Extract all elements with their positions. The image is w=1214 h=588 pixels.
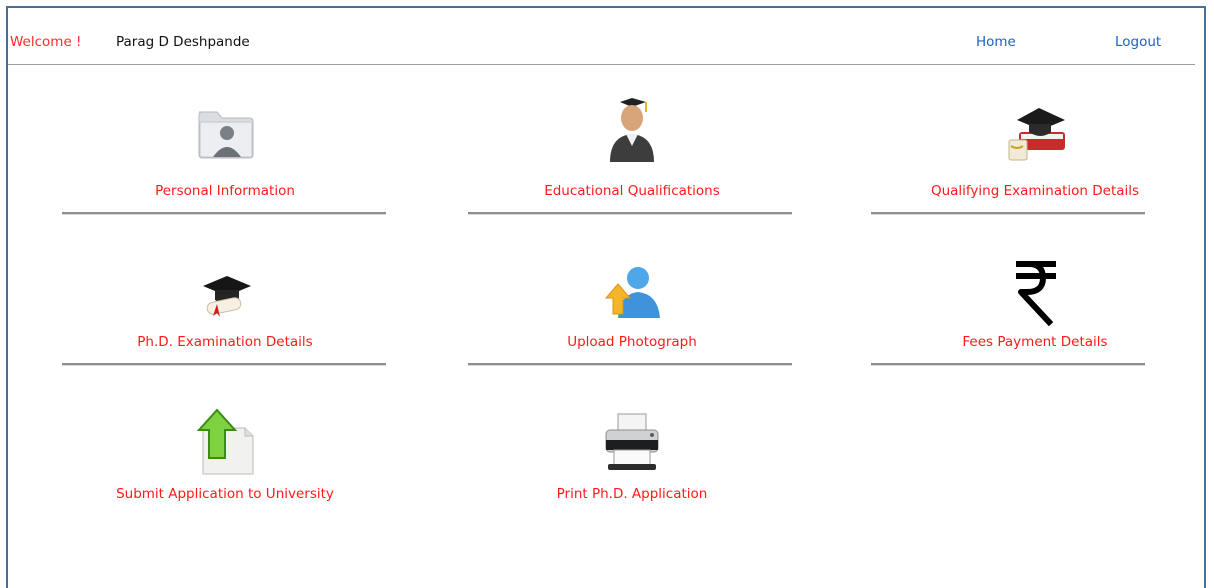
tile-qualifying-examination-details[interactable]: Qualifying Examination Details	[870, 94, 1200, 204]
home-link[interactable]: Home	[976, 34, 1016, 50]
tile-label: Ph.D. Examination Details	[137, 334, 313, 350]
cap-diploma-icon	[203, 276, 251, 317]
divider	[62, 363, 386, 366]
tile-label: Upload Photograph	[567, 334, 697, 350]
graduate-icon	[610, 98, 654, 162]
tile-personal-information[interactable]: Personal Information	[60, 94, 390, 204]
cap-books-icon	[1008, 108, 1065, 161]
upload-user-icon	[604, 267, 660, 318]
top-bar: Welcome ! Parag D Deshpande Home Logout	[8, 8, 1195, 65]
tile-label: Qualifying Examination Details	[930, 183, 1140, 199]
app-frame: Welcome ! Parag D Deshpande Home Logout …	[6, 6, 1206, 588]
user-name: Parag D Deshpande	[116, 34, 250, 50]
tile-label: Personal Information	[155, 183, 295, 199]
tile-label: Fees Payment Details	[962, 334, 1108, 350]
divider	[871, 363, 1145, 366]
logout-link[interactable]: Logout	[1115, 34, 1161, 50]
divider	[62, 212, 386, 215]
divider	[468, 212, 792, 215]
tile-upload-photograph[interactable]: Upload Photograph	[467, 256, 797, 356]
divider	[871, 212, 1145, 215]
tile-submit-application[interactable]: Submit Application to University	[60, 406, 390, 506]
upload-document-icon	[196, 408, 254, 475]
tile-educational-qualifications[interactable]: Educational Qualifications	[467, 94, 797, 204]
rupee-icon	[1016, 261, 1056, 327]
tile-phd-examination-details[interactable]: Ph.D. Examination Details	[60, 256, 390, 356]
tile-print-application[interactable]: Print Ph.D. Application	[467, 406, 797, 506]
tile-fees-payment-details[interactable]: Fees Payment Details	[870, 256, 1200, 356]
divider	[468, 363, 792, 366]
tile-label: Educational Qualifications	[544, 183, 720, 199]
printer-icon	[605, 413, 659, 470]
welcome-text: Welcome !	[10, 34, 82, 50]
tile-label: Submit Application to University	[116, 486, 334, 502]
folder-user-icon	[198, 111, 254, 159]
tile-label: Print Ph.D. Application	[556, 486, 708, 502]
